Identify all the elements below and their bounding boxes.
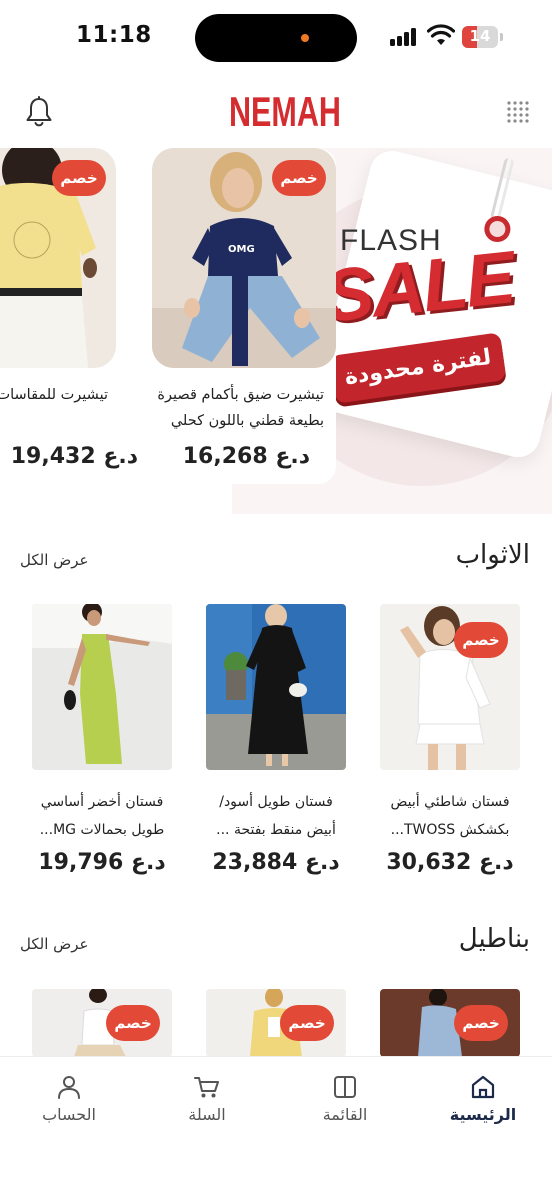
- menu-book-icon: [334, 1076, 356, 1098]
- app-header: NEMAH: [0, 80, 552, 142]
- product-card[interactable]: خصم تيشيرت للمقاسات أوفر سايز برقبة دائ …: [0, 148, 138, 484]
- see-all-dresses-link[interactable]: عرض الكل: [20, 551, 89, 569]
- product-name: فستان شاطئي أبيض بكشكش TWOSS...: [390, 794, 510, 838]
- product-price: 16,268 د.ع: [182, 444, 310, 469]
- product-name: تيشيرت ضيق بأكمام قصيرة بطيعة قطني باللو…: [157, 387, 324, 429]
- svg-text:OMG: OMG: [228, 244, 255, 255]
- user-icon: [58, 1076, 80, 1099]
- tab-cart[interactable]: السلة: [152, 1073, 262, 1133]
- battery-icon: 14: [462, 26, 504, 48]
- green-dress-photo: [32, 604, 172, 770]
- product-card[interactable]: خصم: [32, 989, 172, 1059]
- product-name: تيشيرت للمقاسات أوفر سايز برقبة دائ: [0, 387, 108, 403]
- status-time: 11:18: [76, 22, 152, 48]
- product-price: 30,632 د.ع: [386, 850, 514, 875]
- section-title-dresses: الاثواب: [455, 540, 530, 570]
- product-price: 19,432 د.ع: [10, 444, 138, 469]
- product-name: فستان طويل أسود/ أبيض منقط بفتحة ...: [216, 794, 336, 838]
- categories-grid-icon[interactable]: [505, 99, 531, 125]
- discount-badge: خصم: [280, 1005, 334, 1041]
- product-card[interactable]: OMG خصم تيشيرت ضيق بأكمام قصيرة بطيعة قط…: [152, 148, 336, 484]
- status-bar: 11:18 14: [0, 0, 552, 76]
- tab-account-label: الحساب: [42, 1105, 96, 1124]
- tab-home-label: الرئيسية: [449, 1105, 517, 1124]
- home-icon: [471, 1075, 495, 1099]
- battery-level: 14: [469, 27, 491, 45]
- wifi-icon: [427, 24, 455, 45]
- discount-badge: خصم: [106, 1005, 160, 1041]
- svg-text:NEMAH: NEMAH: [229, 88, 341, 132]
- discount-badge: خصم: [272, 160, 326, 196]
- recording-indicator: [301, 34, 309, 42]
- cart-icon: [194, 1077, 219, 1098]
- bottom-tab-bar: الرئيسية القائمة السلة الحساب: [0, 1056, 552, 1196]
- see-all-pants-link[interactable]: عرض الكل: [20, 935, 89, 953]
- notification-bell-icon[interactable]: [24, 96, 54, 128]
- product-price: 19,796 د.ع: [38, 850, 166, 875]
- featured-carousel[interactable]: FLASH SALE لفترة محدودة OMG خصم تيشيرت ض…: [0, 148, 552, 516]
- section-title-pants: بناطيل: [458, 924, 530, 954]
- dynamic-island: [195, 14, 357, 62]
- tab-menu-label: القائمة: [322, 1105, 368, 1124]
- tab-home[interactable]: الرئيسية: [428, 1073, 538, 1133]
- discount-badge: خصم: [454, 1005, 508, 1041]
- product-card[interactable]: خصم: [380, 989, 520, 1059]
- discount-badge: خصم: [52, 160, 106, 196]
- tab-cart-label: السلة: [188, 1105, 226, 1124]
- discount-badge: خصم: [454, 622, 508, 658]
- product-card[interactable]: خصم: [206, 989, 346, 1059]
- product-price: 23,884 د.ع: [212, 850, 340, 875]
- tab-menu[interactable]: القائمة: [290, 1073, 400, 1133]
- tab-account[interactable]: الحساب: [14, 1073, 124, 1133]
- nemah-logo[interactable]: NEMAH: [226, 86, 344, 132]
- cellular-signal-icon: [390, 28, 420, 46]
- black-dress-photo: [206, 604, 346, 770]
- product-name: فستان أخضر أساسي طويل بحمالات MG...: [39, 794, 165, 838]
